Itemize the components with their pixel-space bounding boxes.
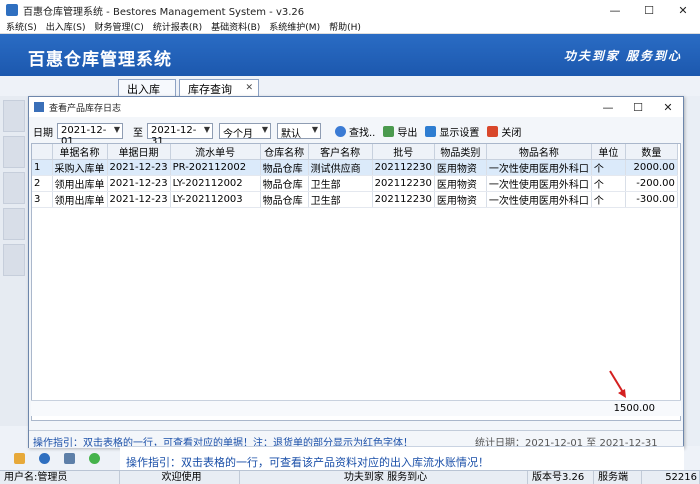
chevron-down-icon: ▼ (203, 125, 210, 134)
col-header-unit[interactable]: 单位 (591, 144, 626, 160)
col-header-warehouse[interactable]: 仓库名称 (260, 144, 309, 160)
left-nav-panel (0, 96, 28, 426)
col-header-category[interactable]: 物品类别 (434, 144, 487, 160)
period-select[interactable]: 今个月 ▼ (219, 123, 271, 140)
main-title-bar: 百惠仓库管理系统 - Bestores Management System - … (0, 0, 700, 20)
dialog-title: 查看产品库存日志 (49, 103, 122, 114)
left-nav-button[interactable] (3, 136, 25, 168)
gear-icon (425, 125, 437, 137)
dialog-maximize-button[interactable]: ☐ (623, 97, 653, 117)
sort-select[interactable]: 默认 ▼ (277, 123, 321, 140)
status-version: 版本号3.26 (528, 471, 594, 484)
col-header-batch[interactable]: 批号 (372, 144, 435, 160)
status-user: 用户名:管理员 (0, 471, 120, 484)
chevron-down-icon: ▼ (113, 125, 120, 134)
grid-summary-row: 1500.00 (31, 400, 681, 416)
window-controls: — ☐ ✕ (598, 0, 700, 20)
status-server: 服务端 (594, 471, 642, 484)
to-label: 至 (133, 127, 143, 139)
menu-system[interactable]: 系统(S) (6, 20, 37, 33)
header-banner: 百惠仓库管理系统 功夫到家 服务到心 (0, 34, 700, 76)
table-row[interactable]: 3 领用出库单 2021-12-23 LY-202112003 物品仓库 卫生部… (32, 191, 678, 208)
globe-icon[interactable] (39, 452, 50, 464)
menu-help[interactable]: 帮助(H) (329, 20, 361, 33)
menu-basic-data[interactable]: 基础资料(B) (211, 20, 260, 33)
tab-close-icon[interactable]: ✕ (245, 83, 253, 93)
tab-stock-io[interactable]: 出入库 (118, 79, 176, 96)
dialog-toolbar: 日期 2021-12-01 ▼ 至 2021-12-31 ▼ 今个月 ▼ 默认 … (29, 119, 683, 147)
left-nav-button[interactable] (3, 244, 25, 276)
dialog-close-button[interactable]: ✕ (653, 97, 683, 117)
find-button[interactable]: 查找.. (335, 124, 375, 139)
grid-header-row: 单据名称 单据日期 流水单号 仓库名称 客户名称 批号 物品类别 物品名称 单位… (32, 144, 678, 160)
refresh-icon[interactable] (89, 452, 100, 464)
maximize-button[interactable]: ☐ (632, 0, 666, 20)
notes-icon[interactable] (14, 452, 25, 464)
left-nav-button[interactable] (3, 100, 25, 132)
close-dialog-button[interactable]: 关闭 (487, 124, 521, 139)
chevron-down-icon: ▼ (261, 125, 268, 134)
dialog-title-bar: 查看产品库存日志 — ☐ ✕ (29, 97, 683, 117)
search-icon (335, 125, 346, 137)
minimize-button[interactable]: — (598, 0, 632, 20)
col-header-serial-no[interactable]: 流水单号 (170, 144, 261, 160)
brand-title: 百惠仓库管理系统 (28, 50, 172, 70)
table-row[interactable]: 1 采购入库单 2021-12-23 PR-202112002 物品仓库 测试供… (32, 159, 678, 176)
app-icon (6, 4, 18, 16)
quick-icon-bar (0, 446, 120, 470)
inventory-log-dialog: 查看产品库存日志 — ☐ ✕ 日期 2021-12-01 ▼ 至 2021-12… (28, 96, 684, 449)
menu-stock-io[interactable]: 出入库(S) (46, 20, 86, 33)
chevron-down-icon: ▼ (311, 125, 318, 134)
display-settings-button[interactable]: 显示设置 (425, 124, 479, 139)
close-button[interactable]: ✕ (666, 0, 700, 20)
menu-maintenance[interactable]: 系统维护(M) (269, 20, 320, 33)
col-header-item-name[interactable]: 物品名称 (486, 144, 592, 160)
left-nav-button[interactable] (3, 172, 25, 204)
menu-finance[interactable]: 财务管理(C) (95, 20, 144, 33)
col-header-quantity[interactable]: 数量 (625, 144, 678, 160)
status-welcome: 欢迎使用 (120, 471, 240, 484)
col-header-doc-name[interactable]: 单据名称 (52, 144, 108, 160)
dialog-controls: — ☐ ✕ (593, 97, 683, 117)
table-row[interactable]: 2 领用出库单 2021-12-23 LY-202112002 物品仓库 卫生部… (32, 175, 678, 192)
col-header-doc-date[interactable]: 单据日期 (107, 144, 171, 160)
end-date-picker[interactable]: 2021-12-31 ▼ (147, 123, 213, 147)
export-icon (383, 125, 395, 137)
menu-bar: 系统(S) 出入库(S) 财务管理(C) 统计报表(R) 基础资料(B) 系统维… (0, 20, 700, 34)
monitor-icon[interactable] (64, 452, 75, 464)
col-header (32, 144, 53, 160)
status-port: 52216 (642, 471, 700, 484)
left-nav-button[interactable] (3, 208, 25, 240)
tab-strip: 出入库 库存查询 ✕ (0, 76, 700, 96)
dialog-icon (34, 102, 44, 112)
dialog-minimize-button[interactable]: — (593, 97, 623, 117)
col-header-customer[interactable]: 客户名称 (308, 144, 373, 160)
status-slogan: 功夫到家 服务到心 (240, 471, 528, 484)
inventory-log-grid[interactable]: 单据名称 单据日期 流水单号 仓库名称 客户名称 批号 物品类别 物品名称 单位… (31, 143, 681, 421)
main-hint-text: 操作指引：双击表格的一行，可查看该产品资料对应的出入库流水账情况！ (120, 446, 684, 470)
quantity-total: 1500.00 (613, 403, 655, 414)
menu-reports[interactable]: 统计报表(R) (153, 20, 202, 33)
tab-inventory-query[interactable]: 库存查询 ✕ (179, 79, 259, 96)
main-window-title: 百惠仓库管理系统 - Bestores Management System - … (23, 6, 305, 18)
red-arrow-annotation (609, 370, 626, 398)
export-button[interactable]: 导出 (383, 124, 417, 139)
close-icon (487, 125, 499, 137)
status-bar: 用户名:管理员 欢迎使用 功夫到家 服务到心 版本号3.26 服务端 52216 (0, 470, 700, 484)
date-label: 日期 (33, 127, 53, 139)
start-date-picker[interactable]: 2021-12-01 ▼ (57, 123, 123, 147)
brand-slogan: 功夫到家 服务到心 (563, 49, 682, 63)
background-panel (684, 96, 700, 446)
